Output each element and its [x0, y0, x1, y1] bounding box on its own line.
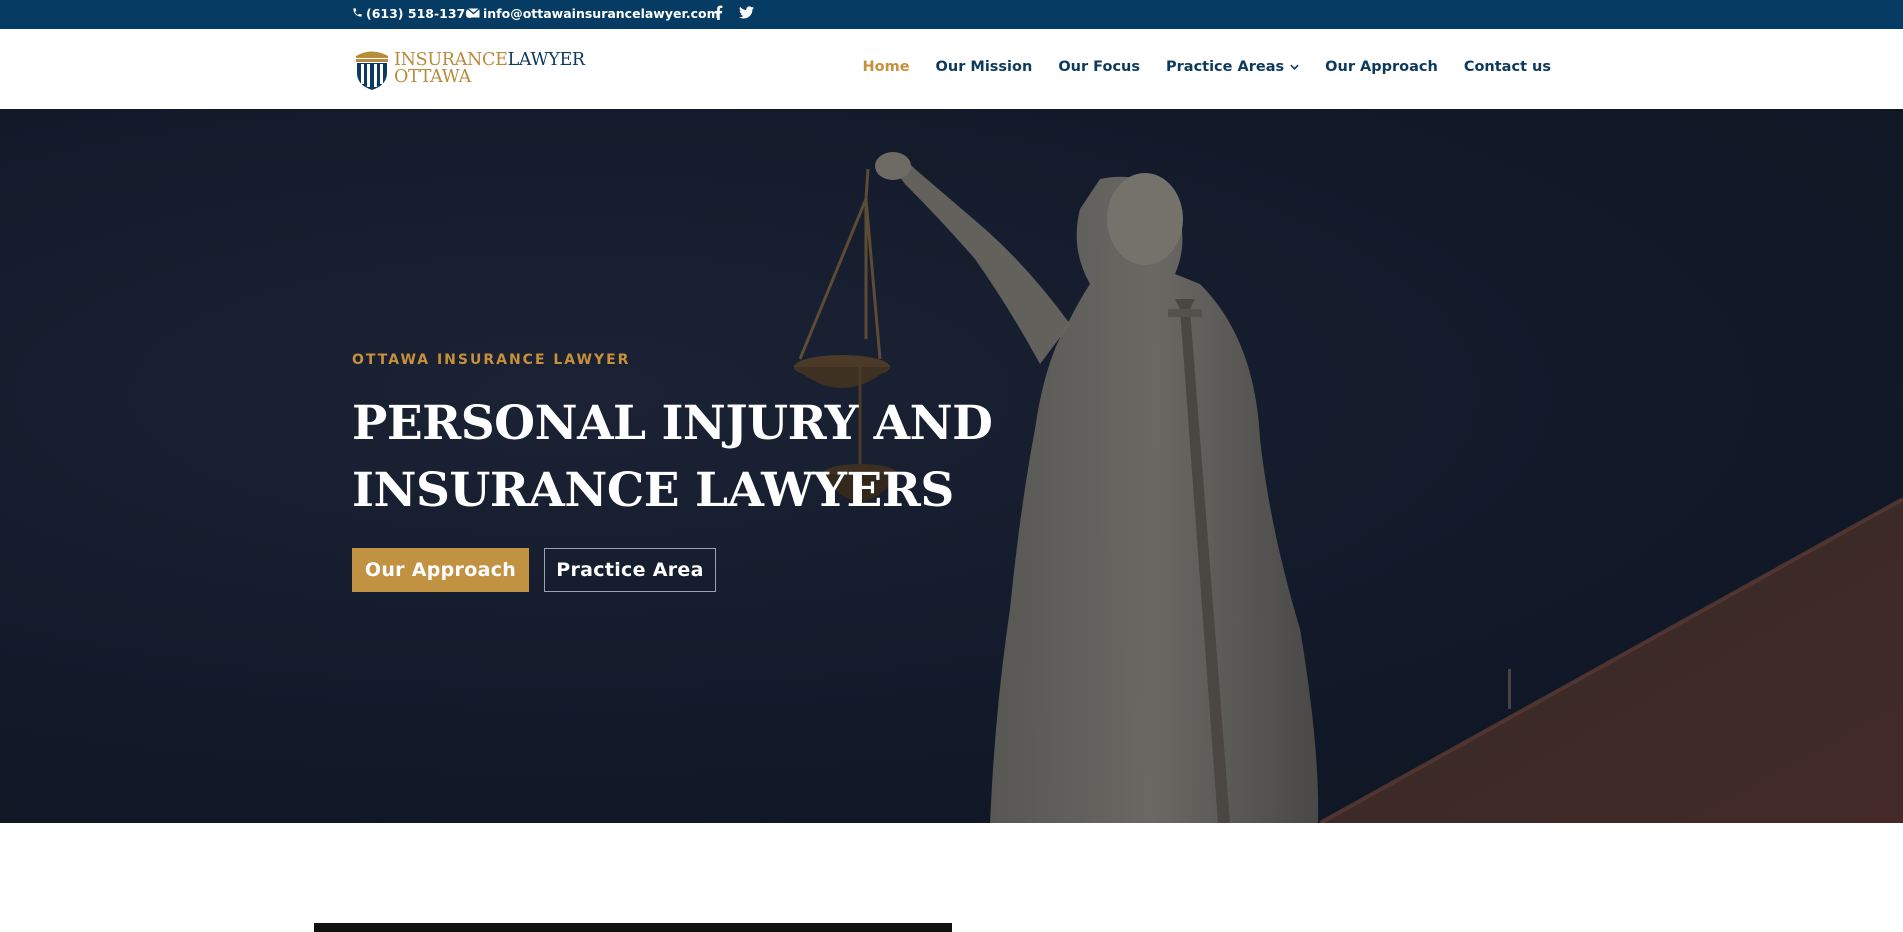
nav-item-label: Practice Areas	[1166, 59, 1285, 75]
content-section	[0, 823, 1903, 932]
site-logo[interactable]: INSURANCELAWYER OTTAWA	[353, 46, 586, 92]
hero-headline-line: INSURANCE LAWYERS	[352, 463, 954, 518]
hero-eyebrow: OTTAWA INSURANCE LAWYER	[352, 352, 631, 368]
practice-area-button[interactable]: Practice Area	[544, 548, 716, 592]
nav-item-our-mission[interactable]: Our Mission	[936, 59, 1033, 75]
our-approach-button[interactable]: Our Approach	[352, 548, 529, 592]
nav-item-label: Our Mission	[935, 59, 1033, 75]
nav-item-our-focus[interactable]: Our Focus	[1058, 59, 1140, 75]
email-address: info@ottawainsurancelawyer.com	[483, 6, 720, 21]
nav-item-label: Home	[862, 59, 910, 75]
nav-item-label: Our Focus	[1058, 59, 1140, 75]
phone-contact[interactable]: (613) 518-1370	[352, 6, 474, 21]
nav-item-practice-areas[interactable]: Practice Areas	[1166, 59, 1299, 75]
hero-content: OTTAWA INSURANCE LAWYER PERSONAL INJURY …	[352, 352, 1052, 592]
phone-icon	[352, 6, 363, 21]
nav-item-our-approach[interactable]: Our Approach	[1325, 59, 1438, 75]
hero-headline: PERSONAL INJURY AND INSURANCE LAWYERS	[352, 390, 1052, 524]
site-header: INSURANCELAWYER OTTAWA Home Our Mission …	[0, 29, 1903, 109]
facebook-icon[interactable]	[710, 4, 726, 20]
nav-item-label: Contact us	[1463, 59, 1551, 75]
logo-word-lawyer: LAWYER	[507, 50, 586, 70]
hero-section: OTTAWA INSURANCE LAWYER PERSONAL INJURY …	[0, 109, 1903, 823]
media-block	[314, 923, 952, 932]
logo-text: INSURANCELAWYER OTTAWA	[394, 50, 586, 87]
hero-buttons: Our Approach Practice Area	[352, 548, 1052, 592]
nav-item-home[interactable]: Home	[863, 59, 910, 75]
main-nav: Home Our Mission Our Focus Practice Area…	[837, 59, 1552, 75]
pillar-shield-icon	[356, 51, 388, 90]
logo-word-ottawa: OTTAWA	[394, 67, 471, 87]
envelope-icon	[467, 6, 480, 21]
chevron-down-icon	[1290, 62, 1299, 73]
email-contact[interactable]: info@ottawainsurancelawyer.com	[467, 6, 720, 21]
phone-number: (613) 518-1370	[366, 6, 474, 21]
top-bar: (613) 518-1370 info@ottawainsurancelawye…	[0, 0, 1903, 29]
twitter-icon[interactable]	[738, 4, 754, 20]
nav-item-label: Our Approach	[1325, 59, 1438, 75]
nav-item-contact-us[interactable]: Contact us	[1464, 59, 1551, 75]
hero-headline-line: PERSONAL INJURY AND	[352, 396, 993, 451]
